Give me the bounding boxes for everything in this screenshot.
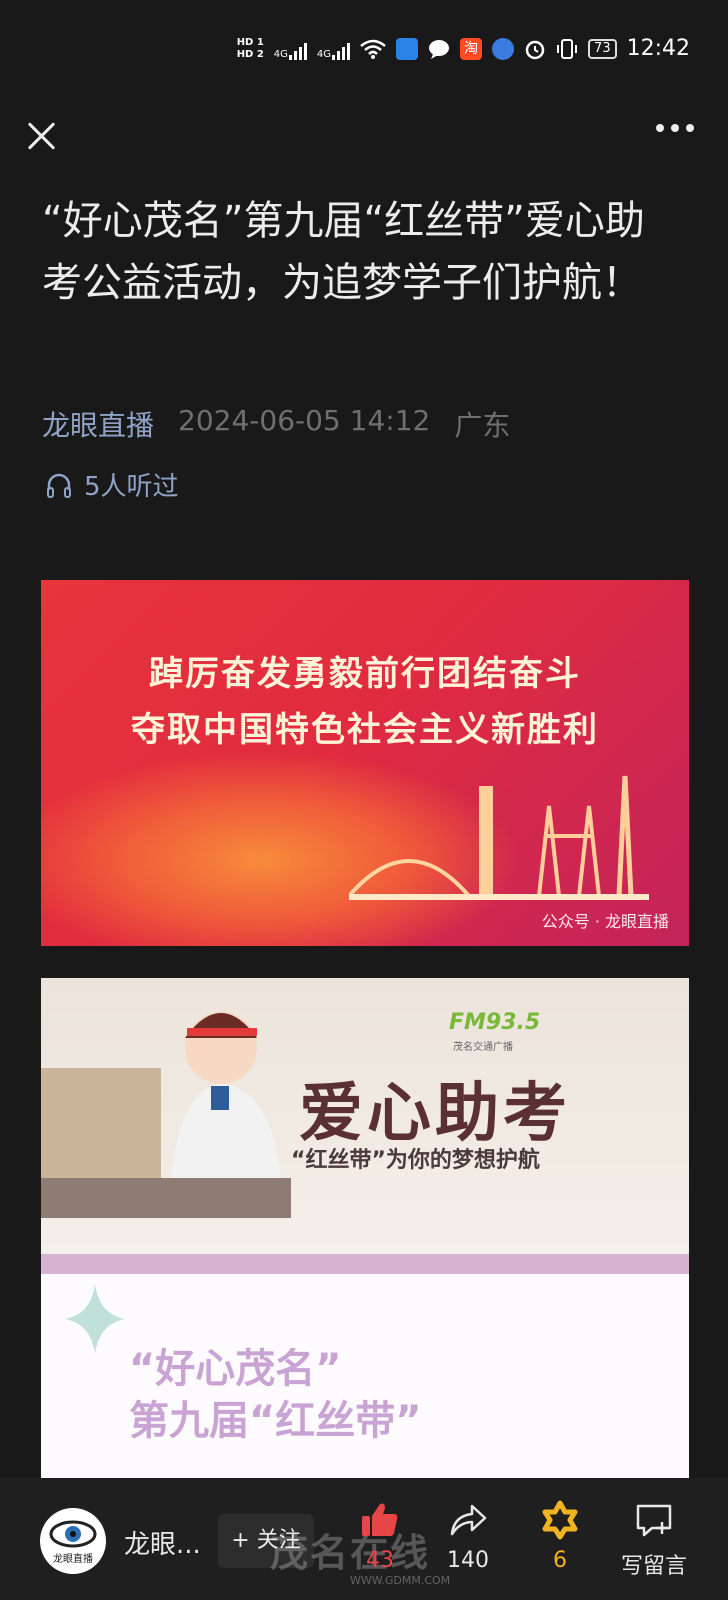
status-bar: HD 1 HD 2 4G 4G 淘 73 12:42 xyxy=(0,0,728,100)
close-icon[interactable] xyxy=(22,116,62,156)
banner-image-exam[interactable]: FM93.5 茂名交通广播 爱心助考 “红丝带”为你的梦想护航 “好心茂名” 第… xyxy=(41,978,689,1478)
top-nav xyxy=(0,110,728,160)
net1-label: 4G xyxy=(273,48,288,60)
browser-icon xyxy=(492,37,515,60)
favorite-button[interactable]: 6 xyxy=(520,1500,600,1573)
banner2-line-2: 第九届“红丝带” xyxy=(129,1398,422,1444)
banner2-stripe xyxy=(41,1254,689,1274)
app-notification-icon xyxy=(396,37,419,60)
hd-indicator: HD 1 HD 2 xyxy=(237,37,264,61)
like-count: 43 xyxy=(366,1548,394,1573)
banner2-subheading: “红丝带”为你的梦想护航 xyxy=(291,1148,540,1173)
publish-date: 2024-06-05 14:12 xyxy=(178,404,431,437)
bottom-action-bar: 龙眼直播 龙眼... + 关注 茂名在线 WWW.GDMM.COM 43 140… xyxy=(0,1478,728,1600)
sparkle-icon xyxy=(65,1284,125,1354)
banner-watermark: 公众号 · 龙眼直播 xyxy=(541,912,669,931)
listen-count-label: 5人听过 xyxy=(84,472,179,502)
signal-1-icon: 4G xyxy=(274,38,307,60)
banner2-illustration: FM93.5 茂名交通广播 爱心助考 “红丝带”为你的梦想护航 xyxy=(41,978,689,1254)
comment-label: 写留言 xyxy=(620,1554,687,1579)
account-avatar[interactable]: 龙眼直播 xyxy=(40,1508,106,1574)
student-illustration xyxy=(41,1012,291,1218)
account-name[interactable]: 龙眼... xyxy=(124,1524,201,1561)
hd1-label: HD 1 xyxy=(236,36,264,48)
status-icons: HD 1 HD 2 4G 4G 淘 73 12:42 xyxy=(237,36,690,61)
share-button[interactable]: 140 xyxy=(428,1500,508,1573)
alarm-icon xyxy=(525,40,545,59)
banner2-heading: 爱心助考 xyxy=(299,1077,571,1151)
eye-logo-icon: 龙眼直播 xyxy=(49,1520,97,1565)
fm-subtitle: 茂名交通广播 xyxy=(453,1042,513,1053)
avatar-caption: 龙眼直播 xyxy=(53,1552,93,1565)
city-skyline-icon xyxy=(349,775,649,900)
site-watermark-url: WWW.GDMM.COM xyxy=(350,1574,451,1587)
slogan-line-1: 踔厉奋发勇毅前行团结奋斗 xyxy=(149,654,581,694)
like-button[interactable]: 43 xyxy=(340,1500,420,1573)
chat-icon xyxy=(429,39,450,59)
article-meta: 龙眼直播 2024-06-05 14:12 广东 xyxy=(42,404,510,444)
battery-icon: 73 xyxy=(588,38,617,59)
vibrate-icon xyxy=(557,38,578,59)
wifi-icon xyxy=(360,39,386,59)
headphones-icon xyxy=(47,473,71,498)
net2-label: 4G xyxy=(316,48,332,60)
favorite-count: 6 xyxy=(553,1548,567,1573)
banner2-line-1: “好心茂名” xyxy=(129,1346,342,1392)
comment-icon xyxy=(636,1504,672,1537)
favorite-icon xyxy=(542,1500,578,1540)
more-icon[interactable] xyxy=(656,124,694,132)
fm-logo: FM93.5 xyxy=(449,1010,541,1035)
location: 广东 xyxy=(454,409,511,442)
article-title: “好心茂名”第九届“红丝带”爱心助考公益活动，为追梦学子们护航！ xyxy=(42,198,645,306)
banner-image-slogan[interactable]: 踔厉奋发勇毅前行团结奋斗 夺取中国特色社会主义新胜利 公众号 · 龙眼直播 xyxy=(41,580,689,946)
signal-2-icon: 4G xyxy=(316,38,351,60)
clock: 12:42 xyxy=(626,36,690,61)
source-link[interactable]: 龙眼直播 xyxy=(42,404,154,444)
share-icon xyxy=(450,1504,487,1536)
hd2-label: HD 2 xyxy=(236,48,264,60)
write-comment-button[interactable]: 写留言 xyxy=(608,1500,700,1580)
share-count: 140 xyxy=(447,1548,489,1573)
thumbs-up-icon xyxy=(362,1503,398,1536)
taobao-icon: 淘 xyxy=(460,37,483,60)
listen-count[interactable]: 5人听过 xyxy=(44,466,179,503)
